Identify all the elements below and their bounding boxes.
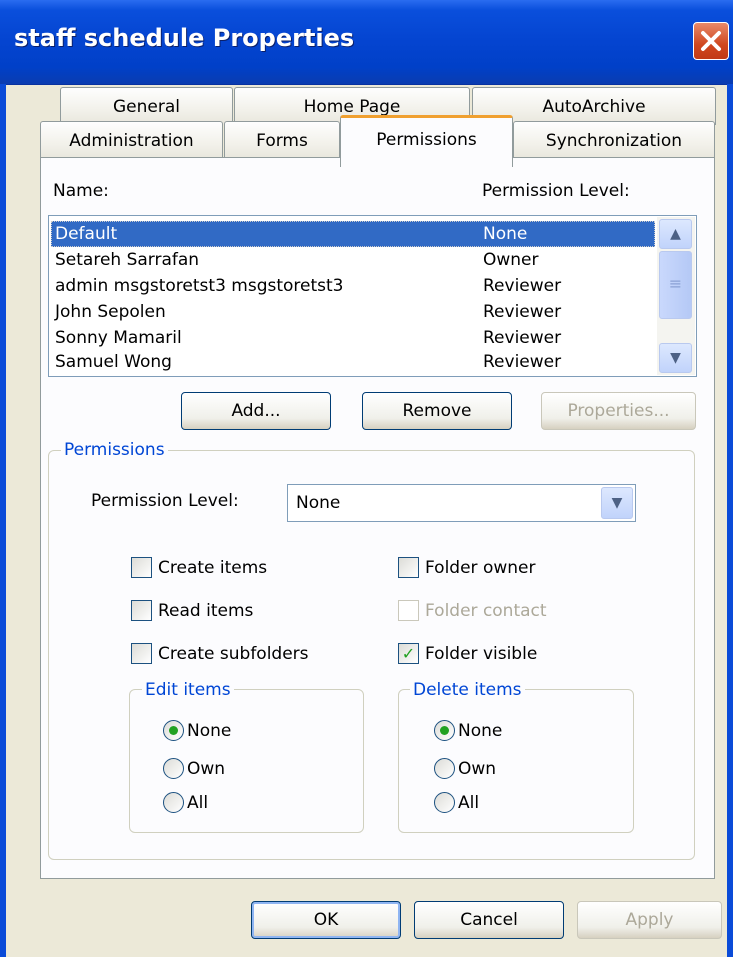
apply-button[interactable]: Apply xyxy=(577,901,722,939)
read-items-label: Read items xyxy=(158,601,254,621)
tab-general[interactable]: General xyxy=(60,87,233,125)
ok-button[interactable]: OK xyxy=(251,901,401,939)
list-item[interactable]: Setareh Sarrafan Owner xyxy=(51,247,655,273)
edit-items-none-label: None xyxy=(187,721,232,741)
list-item[interactable]: John Sepolen Reviewer xyxy=(51,299,655,325)
radio-circle xyxy=(163,792,184,813)
edit-items-group xyxy=(129,689,364,833)
cancel-button[interactable]: Cancel xyxy=(414,901,564,939)
radio-dot-icon xyxy=(169,726,178,735)
tab-synchronization[interactable]: Synchronization xyxy=(513,121,715,159)
close-icon xyxy=(701,31,721,51)
list-item[interactable]: admin msgstoretst3 msgstoretst3 Reviewer xyxy=(51,273,655,299)
checkbox-box xyxy=(398,600,419,621)
grip-icon: ≡ xyxy=(668,274,683,293)
edit-items-own-label: Own xyxy=(187,759,226,779)
window-title: staff schedule Properties xyxy=(14,24,355,52)
list-item-level: Owner xyxy=(483,250,539,270)
list-item-name: admin msgstoretst3 msgstoretst3 xyxy=(55,276,344,296)
list-scrollbar[interactable]: ▲ ≡ ▼ xyxy=(657,217,695,375)
delete-items-group-title: Delete items xyxy=(410,680,525,700)
list-item[interactable]: Samuel Wong Reviewer xyxy=(51,349,655,375)
edit-items-all-label: All xyxy=(187,793,209,813)
radio-circle xyxy=(434,758,455,779)
create-subfolders-label: Create subfolders xyxy=(158,644,309,664)
scroll-thumb[interactable]: ≡ xyxy=(659,251,692,319)
tab-administration[interactable]: Administration xyxy=(40,121,223,159)
permissions-group-title: Permissions xyxy=(61,440,168,460)
list-item[interactable]: Default None xyxy=(51,221,655,247)
tab-permissions[interactable]: Permissions xyxy=(340,115,513,167)
edit-items-group-title: Edit items xyxy=(142,680,234,700)
list-item-name: Samuel Wong xyxy=(55,352,172,372)
dropdown-button[interactable]: ▼ xyxy=(601,487,633,519)
name-column-label: Name: xyxy=(53,181,109,201)
delete-items-all-label: All xyxy=(458,793,480,813)
permission-level-column-label: Permission Level: xyxy=(482,181,630,201)
create-items-label: Create items xyxy=(158,558,268,578)
checkbox-box xyxy=(131,557,152,578)
delete-items-none-label: None xyxy=(458,721,503,741)
properties-button[interactable]: Properties... xyxy=(541,392,696,430)
radio-circle xyxy=(434,792,455,813)
checkbox-box xyxy=(131,600,152,621)
delete-items-group xyxy=(398,689,634,833)
radio-circle xyxy=(163,758,184,779)
list-item-name: Sonny Mamaril xyxy=(55,328,182,348)
list-item-level: Reviewer xyxy=(483,328,562,348)
checkbox-box xyxy=(131,643,152,664)
folder-visible-label: Folder visible xyxy=(425,644,538,664)
folder-contact-label: Folder contact xyxy=(425,601,547,621)
list-item-level: None xyxy=(483,224,528,244)
list-item[interactable]: Sonny Mamaril Reviewer xyxy=(51,325,655,351)
list-item-level: Reviewer xyxy=(483,352,562,372)
title-bar[interactable]: staff schedule Properties xyxy=(0,0,733,85)
scroll-down-button[interactable]: ▼ xyxy=(659,343,692,373)
permission-level-value: None xyxy=(296,493,341,513)
remove-button[interactable]: Remove xyxy=(362,392,512,430)
checkbox-box xyxy=(398,557,419,578)
users-listbox[interactable]: Default None Setareh Sarrafan Owner admi… xyxy=(48,215,697,377)
check-icon: ✓ xyxy=(398,643,419,664)
close-button[interactable] xyxy=(693,22,729,60)
folder-owner-label: Folder owner xyxy=(425,558,536,578)
list-item-name: John Sepolen xyxy=(55,302,166,322)
window-frame-right xyxy=(727,84,733,957)
add-button[interactable]: Add... xyxy=(181,392,331,430)
radio-dot-icon xyxy=(440,726,449,735)
permission-level-select[interactable]: None ▼ xyxy=(287,484,636,522)
chevron-down-icon: ▼ xyxy=(611,495,623,511)
tab-forms[interactable]: Forms xyxy=(224,121,340,159)
list-item-name: Default xyxy=(55,224,118,244)
delete-items-own-label: Own xyxy=(458,759,497,779)
scroll-up-button[interactable]: ▲ xyxy=(659,219,692,249)
window-frame-left xyxy=(0,84,6,957)
list-item-level: Reviewer xyxy=(483,302,562,322)
chevron-down-icon: ▼ xyxy=(670,350,681,366)
permission-level-label: Permission Level: xyxy=(91,491,239,511)
list-item-name: Setareh Sarrafan xyxy=(55,250,200,270)
radio-circle xyxy=(434,720,455,741)
chevron-up-icon: ▲ xyxy=(670,226,681,242)
radio-circle xyxy=(163,720,184,741)
properties-dialog: staff schedule Properties General Home P… xyxy=(0,0,733,957)
list-item-level: Reviewer xyxy=(483,276,562,296)
